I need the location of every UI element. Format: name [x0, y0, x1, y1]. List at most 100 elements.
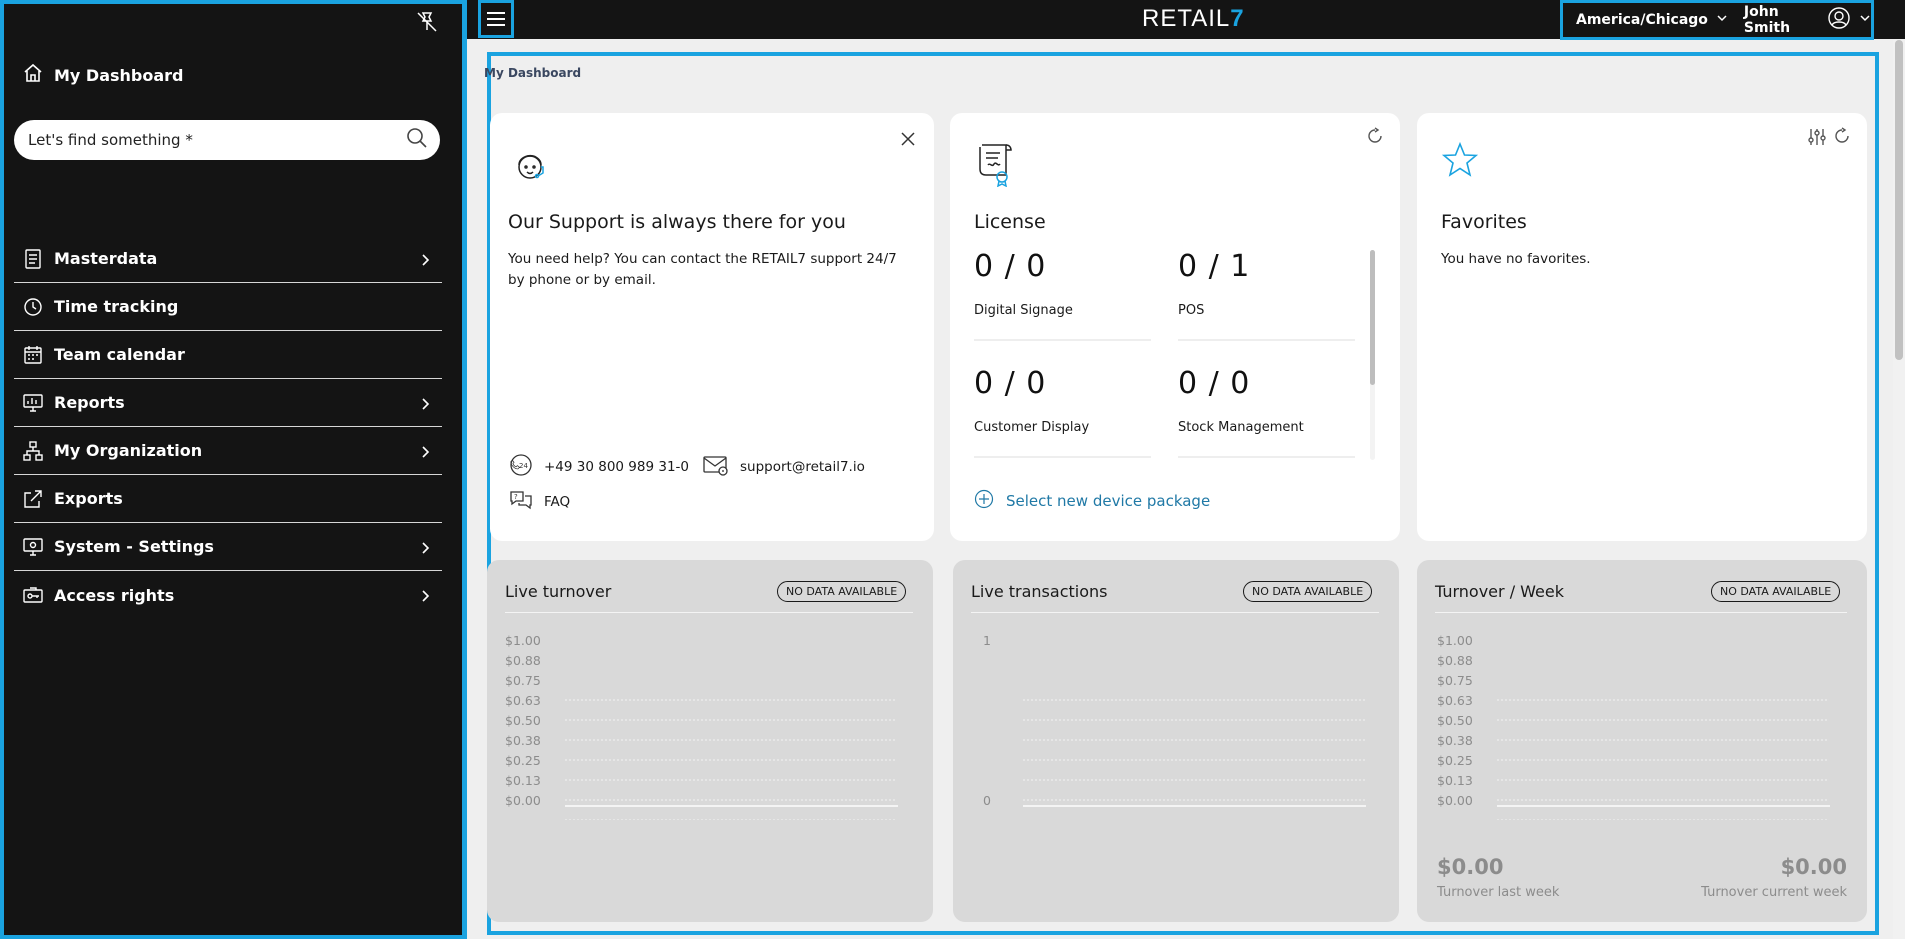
- license-value: 0 / 0: [1178, 366, 1251, 401]
- support-faq[interactable]: ? FAQ: [508, 488, 570, 516]
- live-turnover-widget: Live turnover NO DATA AVAILABLE $1.00 $0…: [487, 560, 933, 922]
- chevron-down-icon: [1859, 12, 1871, 28]
- search-icon[interactable]: [406, 127, 428, 153]
- document-icon: [22, 248, 44, 270]
- phone-24-icon: 24: [508, 453, 534, 481]
- license-value: 0 / 0: [974, 366, 1047, 401]
- license-divider: [974, 339, 1151, 341]
- faq-icon: ?: [508, 488, 534, 516]
- logo-text: RETAIL: [1142, 5, 1231, 32]
- svg-text:24: 24: [519, 462, 528, 470]
- unpin-icon[interactable]: [414, 9, 440, 35]
- y-tick: 1: [983, 633, 991, 648]
- timezone-selector[interactable]: America/Chicago: [1576, 12, 1728, 28]
- sidebar-item-my-organization[interactable]: My Organization: [14, 427, 442, 475]
- favorites-card: Favorites You have no favorites.: [1417, 113, 1867, 541]
- refresh-icon[interactable]: [1833, 127, 1851, 149]
- hamburger-line: [487, 12, 505, 14]
- close-icon[interactable]: [900, 131, 916, 151]
- y-tick: $0.00: [1437, 793, 1473, 808]
- y-tick: $0.00: [505, 793, 541, 808]
- sliders-icon[interactable]: [1807, 127, 1827, 151]
- y-tick: $1.00: [505, 633, 541, 648]
- support-email[interactable]: support@retail7.io: [702, 453, 865, 481]
- x-axis-line: [1497, 805, 1830, 807]
- chevron-down-icon: [1716, 12, 1728, 28]
- hamburger-line: [487, 18, 505, 20]
- license-scrollbar[interactable]: [1370, 250, 1375, 460]
- sidebar-item-label: System - Settings: [54, 537, 214, 556]
- sidebar-item-access-rights[interactable]: Access rights: [14, 571, 442, 619]
- sidebar-item-system-settings[interactable]: System - Settings: [14, 523, 442, 571]
- user-menu[interactable]: John Smith: [1744, 4, 1871, 36]
- license-divider: [1178, 339, 1355, 341]
- widget-divider: [1435, 612, 1847, 613]
- sidebar-home-label: My Dashboard: [54, 65, 184, 85]
- select-device-package-label: Select new device package: [1006, 492, 1211, 510]
- hamburger-line: [487, 24, 505, 26]
- chevron-right-icon: [418, 252, 432, 266]
- turnover-last-week-value: $0.00: [1437, 855, 1504, 879]
- search-input[interactable]: [28, 131, 406, 149]
- live-transactions-widget: Live transactions NO DATA AVAILABLE 1 0: [953, 560, 1399, 922]
- sidebar-item-masterdata[interactable]: Masterdata: [14, 235, 442, 283]
- sidebar-home[interactable]: My Dashboard: [22, 62, 184, 88]
- support-text: You need help? You can contact the RETAI…: [508, 251, 897, 288]
- settings-monitor-icon: [22, 536, 44, 558]
- y-tick: 0: [983, 793, 991, 808]
- x-axis-line: [1023, 805, 1366, 807]
- support-phone[interactable]: 24 +49 30 800 989 31-0: [508, 453, 689, 481]
- y-tick: $0.75: [1437, 673, 1473, 688]
- grid-lines: [1497, 699, 1829, 820]
- live-turnover-chart: [565, 699, 897, 820]
- turnover-week-chart: [1497, 699, 1829, 820]
- sidebar-nav: Masterdata Time tracking Team calendar R…: [14, 235, 442, 619]
- license-divider: [974, 456, 1151, 458]
- y-tick: $0.50: [505, 713, 541, 728]
- org-chart-icon: [22, 440, 44, 462]
- sidebar-item-time-tracking[interactable]: Time tracking: [14, 283, 442, 331]
- select-device-package-link[interactable]: Select new device package: [974, 489, 1210, 513]
- page-scrollbar-thumb[interactable]: [1895, 40, 1903, 360]
- plus-circle-icon: [974, 489, 994, 513]
- license-value: 0 / 0: [974, 249, 1047, 284]
- support-title: Our Support is always there for you: [508, 211, 846, 233]
- certificate-icon: [976, 141, 1016, 191]
- y-tick: $0.13: [505, 773, 541, 788]
- sidebar: My Dashboard Masterdata Time tracking: [0, 0, 467, 939]
- clock-icon: [22, 296, 44, 318]
- chart-monitor-icon: [22, 392, 44, 414]
- y-tick: $0.75: [505, 673, 541, 688]
- chevron-right-icon: [418, 396, 432, 410]
- y-tick: $0.88: [505, 653, 541, 668]
- user-controls: America/Chicago John Smith: [1560, 0, 1874, 40]
- y-tick: $0.63: [505, 693, 541, 708]
- widget-divider: [505, 612, 913, 613]
- user-name: John Smith: [1743, 4, 1791, 36]
- y-tick: $0.50: [1437, 713, 1473, 728]
- live-transactions-chart: [1023, 699, 1365, 801]
- sidebar-item-reports[interactable]: Reports: [14, 379, 442, 427]
- menu-toggle-button[interactable]: [478, 0, 514, 38]
- email-icon: [702, 453, 730, 481]
- no-data-badge: NO DATA AVAILABLE: [777, 581, 907, 602]
- turnover-last-week-label: Turnover last week: [1437, 885, 1560, 900]
- sidebar-item-exports[interactable]: Exports: [14, 475, 442, 523]
- svg-text:?: ?: [514, 493, 518, 501]
- refresh-icon[interactable]: [1366, 127, 1384, 149]
- app-logo: RETAIL7: [1142, 5, 1245, 33]
- widget-divider: [971, 612, 1379, 613]
- export-icon: [22, 488, 44, 510]
- email-address: support@retail7.io: [740, 459, 865, 475]
- breadcrumb[interactable]: My Dashboard: [484, 66, 581, 80]
- license-scrollbar-thumb[interactable]: [1370, 250, 1375, 385]
- favorites-empty-text: You have no favorites.: [1441, 251, 1591, 267]
- faq-label: FAQ: [544, 494, 571, 510]
- support-card: Our Support is always there for you You …: [490, 113, 934, 541]
- page-scrollbar[interactable]: [1893, 40, 1905, 939]
- sidebar-item-label: Time tracking: [54, 297, 179, 316]
- sidebar-item-team-calendar[interactable]: Team calendar: [14, 331, 442, 379]
- sidebar-item-label: Team calendar: [54, 345, 185, 364]
- license-title: License: [974, 211, 1046, 233]
- sidebar-item-label: Reports: [54, 393, 125, 412]
